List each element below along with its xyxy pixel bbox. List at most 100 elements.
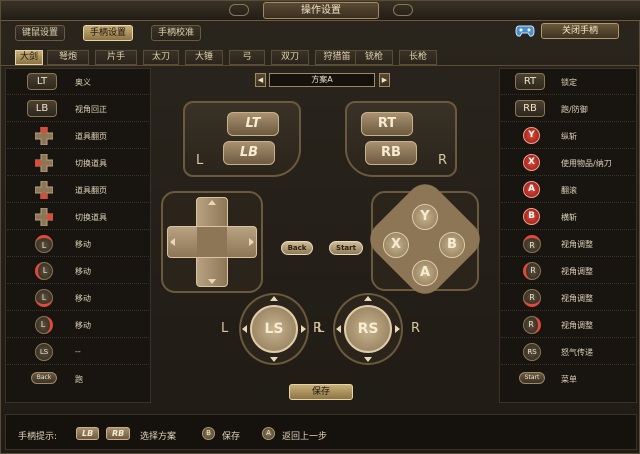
left-binding-row[interactable]: Back 跑 <box>7 366 149 392</box>
settings-window: 操作设置 键鼠设置 手柄设置 手柄校准 关闭手柄 大剑 弩炮 片手 太刀 大锤 … <box>0 0 640 454</box>
dpad-arrows-icon[interactable] <box>161 191 263 293</box>
weapon-tab-greatsword[interactable]: 大剑 <box>15 50 43 65</box>
a-button-icon: A <box>523 181 540 198</box>
close-gamepad-button[interactable]: 关闭手柄 <box>541 23 619 39</box>
title-ornament-right <box>393 4 413 16</box>
weapon-tab-hunting-horn[interactable]: 狩猎笛 <box>315 50 359 65</box>
weapon-tab-sword-shield[interactable]: 片手 <box>95 50 137 65</box>
right-stick-right-icon: R <box>523 316 541 334</box>
weapon-tab-gunlance[interactable]: 铳枪 <box>355 50 393 65</box>
left-stick-right-icon: L <box>35 316 53 334</box>
left-stick-press-icon: LS <box>35 343 53 361</box>
binding-label: 视角调整 <box>561 240 593 249</box>
left-binding-row[interactable]: 切换道具 <box>7 150 149 176</box>
lt-button[interactable]: LT <box>227 112 279 136</box>
b-button[interactable]: B <box>439 232 465 258</box>
tab-gamepad-calibration[interactable]: 手柄校准 <box>151 25 202 41</box>
lt-key: LT <box>27 73 57 90</box>
right-binding-row[interactable]: RS 怒气传递 <box>501 339 635 365</box>
left-binding-row[interactable]: 道具翻页 <box>7 177 149 203</box>
binding-label: 横斩 <box>561 213 577 222</box>
weapon-tab-lance[interactable]: 长枪 <box>399 50 437 65</box>
right-binding-row[interactable]: Y 纵斩 <box>501 123 635 149</box>
right-stick-press-icon: RS <box>523 343 541 361</box>
right-binding-row[interactable]: R 视角调整 <box>501 231 635 257</box>
right-binding-row[interactable]: A 翻滚 <box>501 177 635 203</box>
right-binding-row[interactable]: R 视角调整 <box>501 258 635 284</box>
right-stick[interactable]: RS <box>344 305 392 353</box>
left-stick-left-icon: L <box>35 262 53 280</box>
a-button[interactable]: A <box>412 260 438 286</box>
y-button[interactable]: Y <box>412 204 438 230</box>
left-stick-up-icon: L <box>35 235 53 253</box>
left-binding-row[interactable]: L 移动 <box>7 312 149 338</box>
binding-label: 切换道具 <box>75 213 107 222</box>
hint-bar: 手柄提示: LB RB 选择方案 B 保存 A 返回上一步 <box>5 414 637 450</box>
binding-label: 道具翻页 <box>75 132 107 141</box>
rt-button[interactable]: RT <box>361 112 413 136</box>
gamepad-icon <box>515 25 535 37</box>
binding-label: 移动 <box>75 267 91 276</box>
left-binding-row[interactable]: LT 奥义 <box>7 69 149 95</box>
binding-label: 视角回正 <box>75 105 107 114</box>
hint-a-icon: A <box>262 427 275 440</box>
dpad-up-icon <box>35 127 53 145</box>
rb-button[interactable]: RB <box>365 141 417 165</box>
binding-label: 道具翻页 <box>75 186 107 195</box>
right-binding-row[interactable]: B 横斩 <box>501 204 635 230</box>
left-binding-row[interactable]: LS -- <box>7 339 149 365</box>
binding-label: 怒气传递 <box>561 348 593 357</box>
binding-label: 使用物品/纳刀 <box>561 159 612 168</box>
rt-key: RT <box>515 73 545 90</box>
lb-button[interactable]: LB <box>223 141 275 165</box>
binding-label: 视角调整 <box>561 267 593 276</box>
right-binding-row[interactable]: RT 锁定 <box>501 69 635 95</box>
start-key: Start <box>519 372 545 384</box>
right-side-label: R <box>438 153 448 168</box>
x-button[interactable]: X <box>383 232 409 258</box>
rb-key: RB <box>515 100 545 117</box>
y-button-icon: Y <box>523 127 540 144</box>
left-binding-row[interactable]: L 移动 <box>7 231 149 257</box>
hint-lb-key: LB <box>76 427 100 440</box>
binding-label: 翻滚 <box>561 186 577 195</box>
weapon-tab-dual-blades[interactable]: 双刀 <box>271 50 309 65</box>
left-binding-row[interactable]: 切换道具 <box>7 204 149 230</box>
left-binding-row[interactable]: LB 视角回正 <box>7 96 149 122</box>
right-binding-row[interactable]: RB 跑/防御 <box>501 96 635 122</box>
right-binding-row[interactable]: X 使用物品/纳刀 <box>501 150 635 176</box>
right-binding-row[interactable]: R 视角调整 <box>501 285 635 311</box>
tab-gamepad-settings[interactable]: 手柄设置 <box>83 25 134 41</box>
start-button[interactable]: Start <box>329 241 363 255</box>
weapon-tab-bowgun[interactable]: 弩炮 <box>47 50 89 65</box>
b-button-icon: B <box>523 208 540 225</box>
left-binding-row[interactable]: 道具翻页 <box>7 123 149 149</box>
left-binding-row[interactable]: L 移动 <box>7 285 149 311</box>
weapon-tab-hammer[interactable]: 大锤 <box>185 50 223 65</box>
left-stick[interactable]: LS <box>250 305 298 353</box>
title-ornament-left <box>229 4 249 16</box>
left-binding-row[interactable]: L 移动 <box>7 258 149 284</box>
right-stick-left-label: L <box>317 321 325 336</box>
left-stick-down-icon: L <box>35 289 53 307</box>
hint-back: 返回上一步 <box>282 432 328 442</box>
titlebar: 操作设置 <box>1 1 640 21</box>
save-button[interactable]: 保存 <box>289 384 353 400</box>
dpad-left-icon <box>35 154 53 172</box>
lb-key: LB <box>27 100 57 117</box>
binding-label: 视角调整 <box>561 321 593 330</box>
back-button[interactable]: Back <box>281 241 313 255</box>
scheme-next-button[interactable]: ▶ <box>379 73 390 87</box>
hint-prefix: 手柄提示: <box>18 432 58 442</box>
scheme-prev-button[interactable]: ◀ <box>255 73 266 87</box>
tab-keyboard-settings[interactable]: 键鼠设置 <box>15 25 66 41</box>
right-binding-row[interactable]: Start 菜单 <box>501 366 635 392</box>
hint-rb-key: RB <box>106 427 131 440</box>
right-stick-left-icon: R <box>523 262 541 280</box>
binding-label: 锁定 <box>561 78 577 87</box>
weapon-tab-longsword[interactable]: 太刀 <box>143 50 179 65</box>
dpad-right-icon <box>35 208 53 226</box>
weapon-tab-bow[interactable]: 弓 <box>229 50 265 65</box>
right-binding-row[interactable]: R 视角调整 <box>501 312 635 338</box>
binding-label: 奥义 <box>75 78 91 87</box>
